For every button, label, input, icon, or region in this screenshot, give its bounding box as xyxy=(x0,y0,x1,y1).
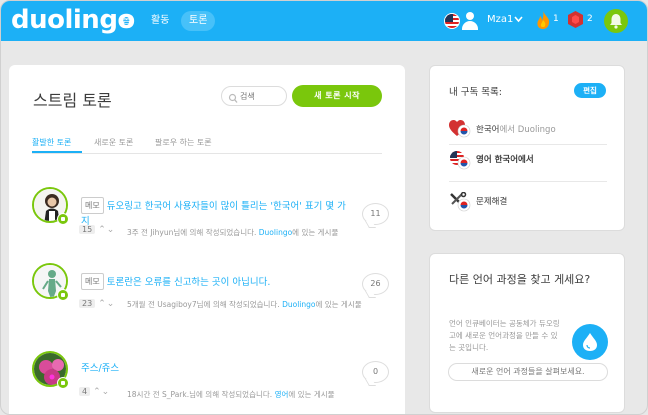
subscription-troubleshooting[interactable]: 문제해결 xyxy=(449,191,609,212)
tab-divider xyxy=(32,153,382,154)
search-box[interactable] xyxy=(221,86,287,106)
subscription-english-from-korean[interactable]: 영어 한국어에서 xyxy=(449,150,609,170)
username[interactable]: Mza1 xyxy=(487,14,513,25)
comment-count-bubble[interactable]: 0 xyxy=(362,361,389,383)
vote-controls: 15 ⌃⌄ xyxy=(79,225,115,235)
vote-controls: 23 ⌃⌄ xyxy=(79,299,115,309)
streak-flame-icon[interactable] xyxy=(535,10,553,30)
vote-controls: 4 ⌃⌄ xyxy=(79,387,110,397)
vote-count: 15 xyxy=(79,225,96,234)
downvote-icon[interactable]: ⌄ xyxy=(107,225,115,235)
search-input[interactable] xyxy=(240,90,284,103)
new-discussion-button[interactable]: 새 토론 시작 xyxy=(292,85,382,107)
upvote-icon[interactable]: ⌃ xyxy=(98,225,106,235)
discussion-panel: 스트림 토론 새 토론 시작 활발한 토론 새로운 토론 팔로우 하는 토론 메… xyxy=(9,65,405,414)
comment-count-bubble[interactable]: 26 xyxy=(362,273,389,295)
tools-icon xyxy=(449,191,471,216)
forum-link[interactable]: 영어 xyxy=(275,390,289,399)
thread-item[interactable]: 주스/쥬스 4 ⌃⌄ 18시간 전 S_Park.님에 의해 작성되었습니다. 영… xyxy=(29,351,389,414)
thread-meta: 18시간 전 S_Park.님에 의해 작성되었습니다. 영어에 있는 게시물 xyxy=(127,390,335,399)
gem-icon[interactable] xyxy=(567,10,585,30)
search-icon xyxy=(228,90,238,109)
thread-item[interactable]: 메모 듀오링고 한국어 사용자들이 많이 틀리는 '한국어' 표기 몇 가지 15… xyxy=(29,187,389,267)
incubator-title: 다른 언어 과정을 찾고 게세요? xyxy=(449,273,591,286)
note-tag: 메모 xyxy=(81,197,104,214)
notification-bell-icon[interactable] xyxy=(604,9,628,33)
note-tag: 메모 xyxy=(81,273,104,290)
thread-title[interactable]: 메모 토론란은 오류를 신고하는 곳이 아닙니다. xyxy=(81,273,351,290)
comment-count-bubble[interactable]: 11 xyxy=(362,203,389,225)
gem-count: 2 xyxy=(587,14,593,24)
level-badge-icon xyxy=(57,377,69,389)
forum-link[interactable]: Duolingo xyxy=(282,300,315,309)
subscriptions-panel: 내 구독 목록: 편집 한국어에서 Duolingo 영어 한국어에서 문제해결 xyxy=(429,65,625,231)
chevron-down-icon[interactable] xyxy=(514,12,523,29)
nav-discussion[interactable]: 토론 xyxy=(181,11,216,31)
thread-meta: 3주 전 Jihyun님에 의해 작성되었습니다. Duolingo에 있는 게… xyxy=(127,228,339,237)
divider xyxy=(449,181,607,182)
level-badge-icon xyxy=(57,289,69,301)
page-title: 스트림 토론 xyxy=(33,91,112,110)
heart-flag-icon xyxy=(449,120,471,142)
downvote-icon[interactable]: ⌄ xyxy=(107,299,115,309)
nav-activity[interactable]: 활동 xyxy=(143,11,177,31)
top-bar: duolingo 홈 활동 토론 Mza1 1 2 xyxy=(1,1,647,41)
incubator-drop-icon xyxy=(572,324,608,360)
downvote-icon[interactable]: ⌄ xyxy=(102,387,110,397)
us-flag-icon[interactable] xyxy=(444,13,460,29)
thread-meta: 5개월 전 Usagiboy7님에 의해 작성되었습니다. Duolingo에 … xyxy=(127,300,362,309)
us-kr-flag-icon xyxy=(449,150,471,174)
edit-button[interactable]: 편집 xyxy=(574,83,606,98)
thread-title[interactable]: 메모 듀오링고 한국어 사용자들이 많이 틀리는 '한국어' 표기 몇 가지 xyxy=(81,197,351,229)
vote-count: 4 xyxy=(79,387,91,396)
upvote-icon[interactable]: ⌃ xyxy=(93,387,101,397)
tab-active-discussions[interactable]: 활발한 토론 xyxy=(32,137,71,148)
tab-followed-discussions[interactable]: 팔로우 하는 토론 xyxy=(155,137,212,148)
upvote-icon[interactable]: ⌃ xyxy=(98,299,106,309)
subscriptions-title: 내 구독 목록: xyxy=(449,87,502,98)
forum-link[interactable]: Duolingo xyxy=(259,228,292,237)
vote-count: 23 xyxy=(79,299,96,308)
thread-title[interactable]: 주스/쥬스 xyxy=(81,361,351,376)
profile-avatar-icon[interactable] xyxy=(462,12,478,30)
subscription-korean-duolingo[interactable]: 한국어에서 Duolingo xyxy=(449,120,609,138)
nav-home[interactable]: 홈 xyxy=(114,11,139,31)
divider xyxy=(449,144,607,145)
browse-courses-button[interactable]: 새로운 언어 과정들을 살펴보세요. xyxy=(448,363,608,381)
streak-count: 1 xyxy=(553,14,559,24)
thread-item[interactable]: 메모 토론란은 오류를 신고하는 곳이 아닙니다. 23 ⌃⌄ 5개월 전 Usag… xyxy=(29,263,389,343)
app-window: duolingo 홈 활동 토론 Mza1 1 2 스트림 토론 새 토 xyxy=(0,0,648,415)
level-badge-icon xyxy=(57,213,69,225)
incubator-panel: 다른 언어 과정을 찾고 게세요? 언어 인큐베이터는 공동체가 듀오링고에 새… xyxy=(429,253,625,413)
incubator-description: 언어 인큐베이터는 공동체가 듀오링고에 새로운 언어과정을 만들 수 있는 곳… xyxy=(449,319,560,352)
tab-new-discussions[interactable]: 새로운 토론 xyxy=(94,137,133,148)
